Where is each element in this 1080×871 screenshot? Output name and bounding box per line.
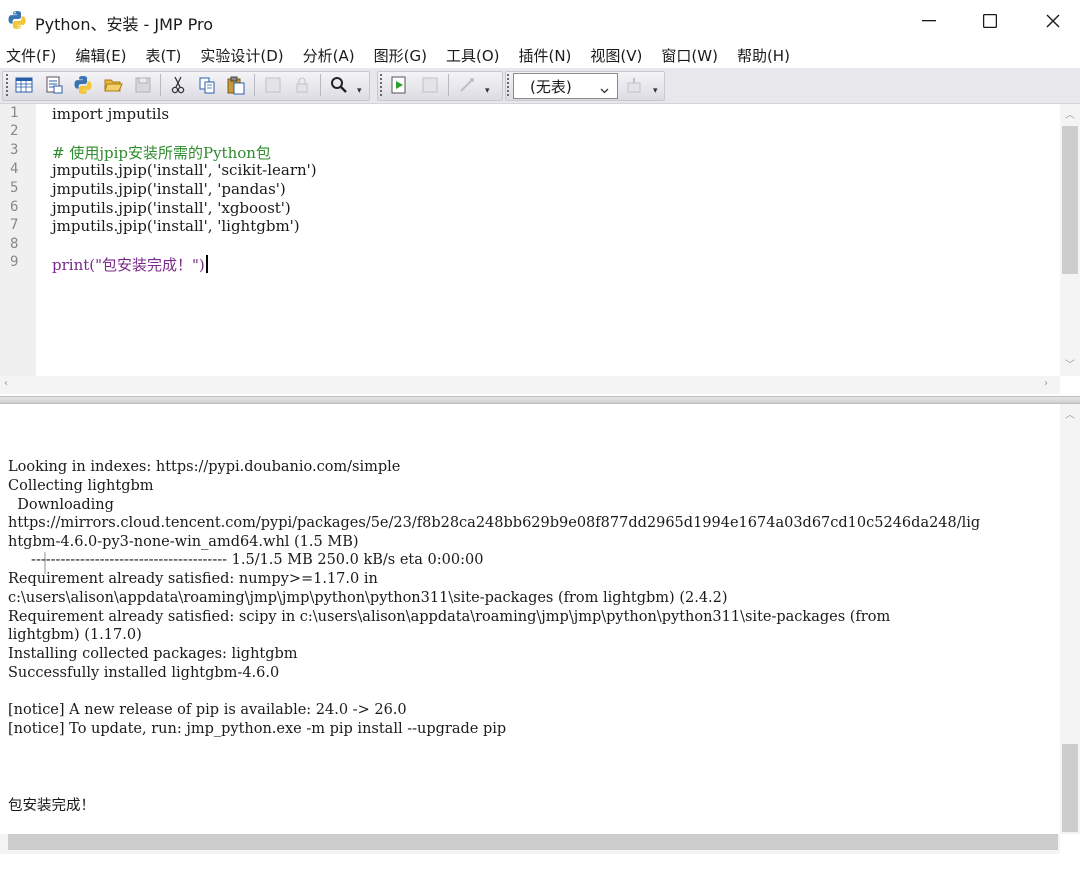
title-bar: Python、安装 - JMP Pro — [0, 0, 1080, 42]
code-line[interactable]: import jmputils — [52, 105, 169, 123]
lock-disabled-icon — [290, 73, 314, 97]
menu-graph[interactable]: 图形(G) — [368, 45, 427, 66]
menu-tools[interactable]: 工具(O) — [440, 45, 500, 66]
code-line[interactable]: jmputils.jpip('install', 'xgboost') — [52, 199, 291, 217]
scroll-right-arrow-icon[interactable]: › — [1044, 378, 1048, 389]
maximize-button[interactable] — [959, 0, 1021, 42]
log-line: c:\users\alison\appdata\roaming\jmp\jmp\… — [8, 590, 728, 606]
toolbar-separator — [448, 74, 449, 96]
line-number: 6 — [10, 199, 19, 215]
close-button[interactable] — [1022, 0, 1080, 42]
text-cursor — [205, 255, 208, 273]
toolbar-separator — [254, 74, 255, 96]
output-log[interactable]: Looking in indexes: https://pypi.doubani… — [0, 404, 1060, 834]
code-line[interactable]: jmputils.jpip('install', 'scikit-learn') — [52, 161, 317, 179]
new-data-table-icon[interactable] — [12, 73, 36, 97]
log-line: https://mirrors.cloud.tencent.com/pypi/p… — [8, 515, 981, 531]
debug-disabled-icon — [455, 73, 479, 97]
log-line: Successfully installed lightgbm-4.6.0 — [8, 665, 280, 681]
toolbar: ▾ ▾ (无表) ▾ — [0, 68, 1080, 104]
open-folder-icon[interactable] — [101, 73, 125, 97]
pane-splitter[interactable] — [0, 396, 1080, 404]
cut-icon[interactable] — [166, 73, 190, 97]
scroll-up-arrow-icon[interactable]: ︿ — [1065, 406, 1075, 421]
menu-doe[interactable]: 实验设计(D) — [194, 45, 283, 66]
table-select[interactable]: (无表) — [513, 73, 618, 99]
menu-file[interactable]: 文件(F) — [0, 45, 56, 66]
menu-window[interactable]: 窗口(W) — [655, 45, 718, 66]
table-action-disabled-icon — [622, 73, 646, 97]
code-line-comment[interactable]: # 使用jpip安装所需的Python包 — [52, 142, 271, 163]
toolbar-grip-icon[interactable] — [6, 74, 9, 96]
stop-disabled-icon — [418, 73, 442, 97]
python-script-icon[interactable] — [71, 73, 95, 97]
line-number: 7 — [10, 217, 19, 233]
python-logo-icon — [7, 10, 27, 30]
log-line: Installing collected packages: lightgbm — [8, 646, 298, 662]
run-disabled-icon — [261, 73, 285, 97]
editor-horizontal-scrollbar[interactable]: ‹ › — [0, 376, 1060, 394]
menu-view[interactable]: 视图(V) — [584, 45, 642, 66]
line-number: 1 — [10, 105, 19, 121]
log-line: lightgbm) (1.17.0) — [8, 627, 142, 643]
log-line-progress: ----------------------------------------… — [8, 552, 484, 568]
output-vertical-scrollbar[interactable]: ︿ — [1060, 404, 1080, 834]
menu-bar: 文件(F) 编辑(E) 表(T) 实验设计(D) 分析(A) 图形(G) 工具(… — [0, 42, 1080, 68]
log-line: Requirement already satisfied: numpy>=1.… — [8, 571, 378, 587]
scrollbar-thumb[interactable] — [1062, 744, 1078, 832]
log-line: [notice] To update, run: jmp_python.exe … — [8, 721, 507, 737]
chevron-down-icon[interactable]: ▾ — [653, 86, 658, 96]
menu-edit[interactable]: 编辑(E) — [69, 45, 126, 66]
scrollbar-thumb[interactable] — [1062, 126, 1078, 274]
code-line[interactable]: print("包安装完成！") — [52, 254, 208, 275]
status-area — [0, 854, 1080, 871]
chevron-down-icon[interactable]: ▾ — [357, 86, 362, 96]
line-number-gutter: 1 2 3 4 5 6 7 8 9 — [0, 104, 36, 378]
code-line[interactable]: jmputils.jpip('install', 'pandas') — [52, 180, 286, 198]
menu-analyze[interactable]: 分析(A) — [297, 45, 355, 66]
editor-vertical-scrollbar[interactable]: ︿ ﹀ — [1060, 104, 1080, 376]
run-script-icon[interactable] — [387, 73, 411, 97]
line-number: 5 — [10, 180, 19, 196]
line-number: 8 — [10, 236, 19, 252]
window-title: Python、安装 - JMP Pro — [35, 15, 214, 34]
menu-tables[interactable]: 表(T) — [140, 45, 182, 66]
line-number: 2 — [10, 123, 19, 139]
scrollbar-thumb[interactable] — [8, 834, 1058, 850]
line-number: 3 — [10, 142, 19, 158]
scroll-left-arrow-icon[interactable]: ‹ — [4, 378, 8, 389]
paste-icon[interactable] — [224, 73, 248, 97]
log-line: 包安装完成！ — [8, 798, 95, 814]
scroll-down-arrow-icon[interactable]: ﹀ — [1065, 356, 1075, 371]
toolbar-grip-icon[interactable] — [380, 74, 383, 96]
log-line: Downloading — [8, 497, 114, 513]
line-number: 4 — [10, 161, 19, 177]
log-line: [notice] A new release of pip is availab… — [8, 702, 407, 718]
toolbar-grip-icon[interactable] — [507, 74, 510, 96]
log-line: Looking in indexes: https://pypi.doubani… — [8, 459, 401, 475]
scroll-up-arrow-icon[interactable]: ︿ — [1065, 106, 1075, 121]
chevron-down-icon — [600, 81, 609, 99]
new-script-icon[interactable] — [42, 73, 66, 97]
output-horizontal-scrollbar[interactable] — [0, 834, 1060, 854]
script-editor[interactable]: 1 2 3 4 5 6 7 8 9 import jmputils # 使用jp… — [0, 104, 1080, 378]
toolbar-separator — [160, 74, 161, 96]
minimize-button[interactable] — [898, 0, 960, 42]
table-select-value: (无表) — [530, 77, 572, 96]
menu-addins[interactable]: 插件(N) — [512, 45, 571, 66]
log-line: htgbm-4.6.0-py3-none-win_amd64.whl (1.5 … — [8, 534, 359, 550]
log-line: Collecting lightgbm — [8, 478, 154, 494]
chevron-down-icon[interactable]: ▾ — [485, 86, 490, 96]
copy-icon[interactable] — [195, 73, 219, 97]
menu-help[interactable]: 帮助(H) — [731, 45, 790, 66]
line-number: 9 — [10, 254, 19, 270]
code-line-text: print("包安装完成！") — [52, 256, 205, 274]
toolbar-separator — [320, 74, 321, 96]
log-line: Requirement already satisfied: scipy in … — [8, 609, 891, 625]
code-line[interactable]: jmputils.jpip('install', 'lightgbm') — [52, 217, 300, 235]
search-icon[interactable] — [327, 73, 351, 97]
save-icon — [131, 73, 155, 97]
